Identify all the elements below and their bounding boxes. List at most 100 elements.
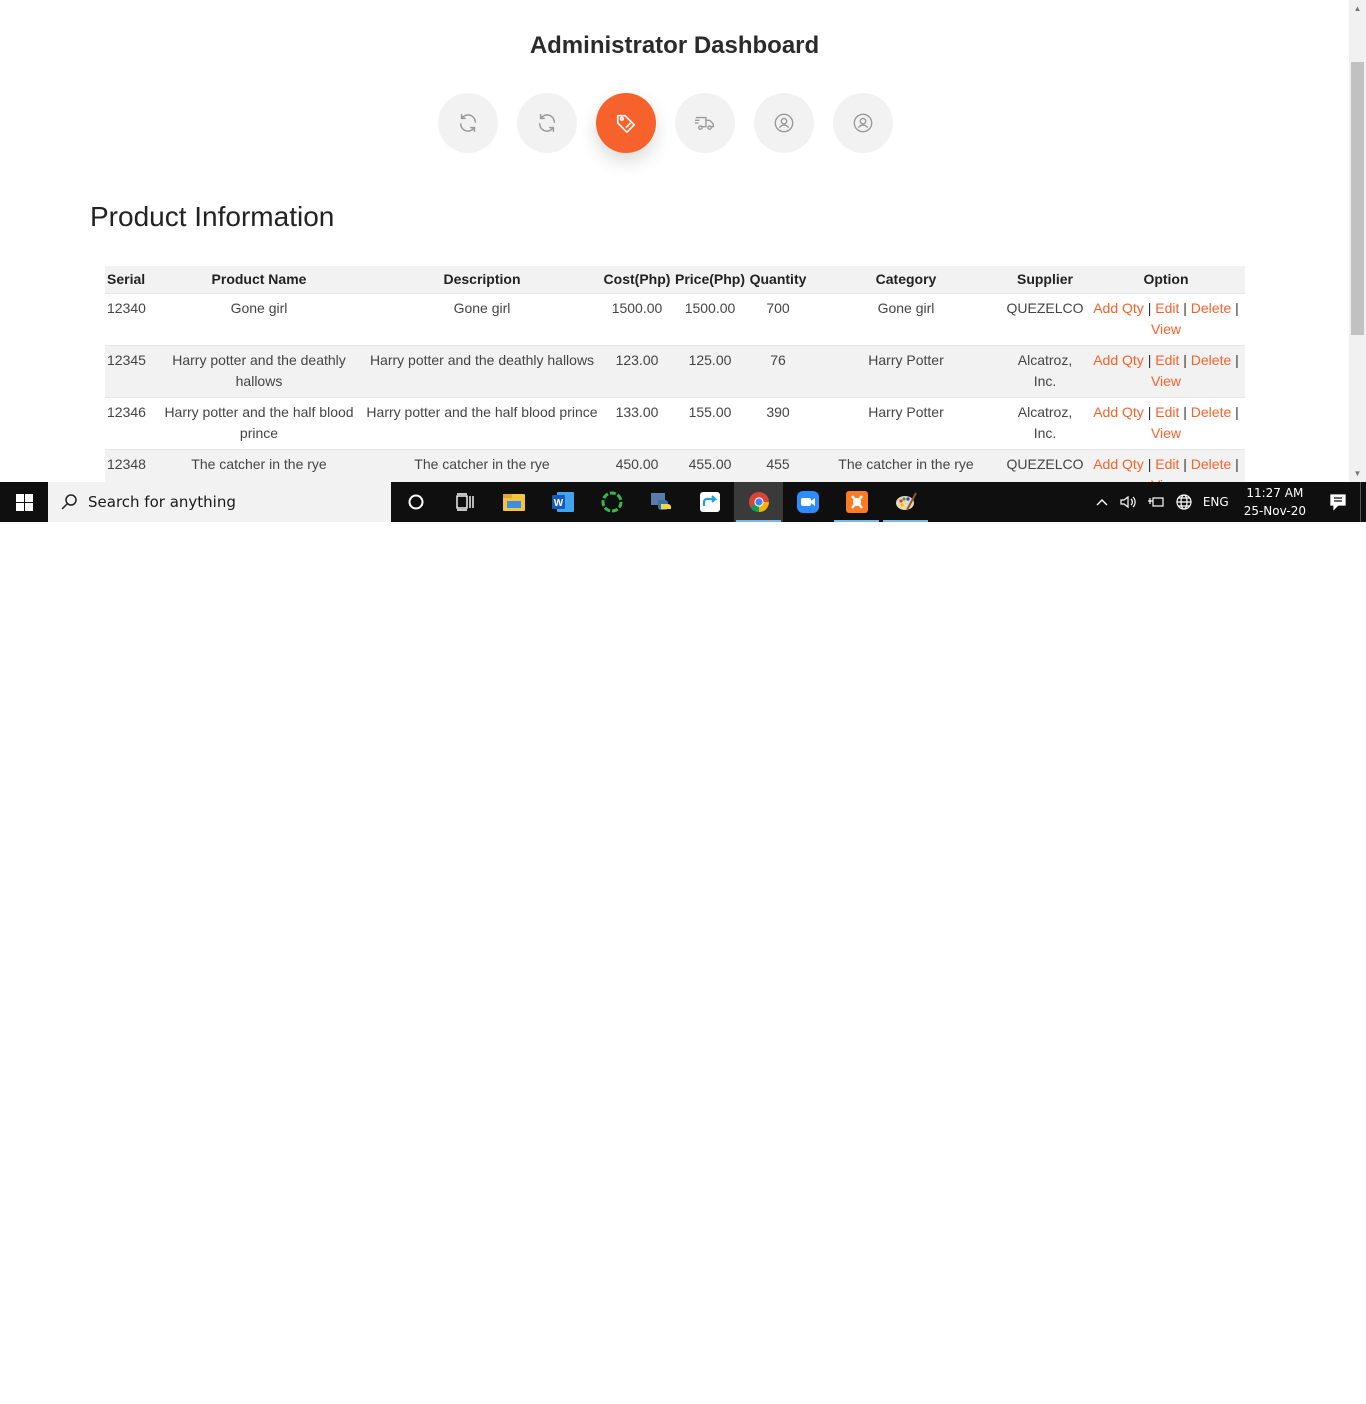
column-header: Serial <box>107 271 146 288</box>
delete-link[interactable]: Delete <box>1191 404 1231 420</box>
column-header: Description <box>443 271 521 288</box>
add-qty-link[interactable]: Add Qty <box>1093 352 1144 368</box>
chrome-icon <box>748 492 769 513</box>
product-table: Serial Product Name Description Cost(Php… <box>105 266 1245 482</box>
nav-button-user-1[interactable] <box>754 93 814 153</box>
separator: | <box>1235 351 1239 368</box>
edit-link[interactable]: Edit <box>1155 404 1179 420</box>
notification-icon <box>1330 494 1346 511</box>
show-desktop-button[interactable] <box>1360 482 1366 522</box>
nav-button-user-2[interactable] <box>833 93 893 153</box>
scroll-thumb[interactable] <box>1351 62 1364 335</box>
edit-link[interactable]: Edit <box>1155 456 1179 472</box>
send-app-button[interactable] <box>685 482 734 522</box>
system-tray: ENG 11:27 AM 25-Nov-20 <box>1090 482 1366 522</box>
search-placeholder: Search for anything <box>88 493 236 511</box>
product-name-cell: Harry potter and the deathly hallows <box>172 351 346 389</box>
xampp-button[interactable] <box>832 482 881 522</box>
add-qty-link[interactable]: Add Qty <box>1093 456 1144 472</box>
dashboard-nav <box>438 93 893 153</box>
nav-button-refresh-2[interactable] <box>517 93 577 153</box>
quantity-cell: 455 <box>766 455 790 472</box>
view-link[interactable]: View <box>1151 373 1181 389</box>
serial-cell: 12348 <box>107 455 146 472</box>
python-button[interactable] <box>636 482 685 522</box>
table-row: 12346 Harry potter and the half blood pr… <box>105 397 1245 449</box>
taskbar-clock[interactable]: 11:27 AM 25-Nov-20 <box>1234 482 1316 522</box>
product-name-cell: The catcher in the rye <box>191 455 327 472</box>
scroll-up-arrow-icon[interactable]: ▲ <box>1349 0 1366 17</box>
taskbar-search-box[interactable]: Search for anything <box>48 482 391 522</box>
price-cell: 155.00 <box>688 403 732 420</box>
quantity-cell: 76 <box>770 351 786 368</box>
send-arrow-icon <box>699 492 720 512</box>
app-green-circle-icon <box>601 491 622 513</box>
running-indicator <box>883 520 928 522</box>
nav-button-refresh-1[interactable] <box>438 93 498 153</box>
add-qty-link[interactable]: Add Qty <box>1093 300 1144 316</box>
task-view-button[interactable] <box>440 482 489 522</box>
nav-button-delivery[interactable] <box>675 93 735 153</box>
view-link[interactable]: View <box>1151 425 1181 441</box>
paint-button[interactable] <box>881 482 930 522</box>
page-title: Administrator Dashboard <box>529 32 820 59</box>
separator: | <box>1235 403 1239 420</box>
product-name-cell: Harry potter and the half blood prince <box>164 403 354 441</box>
running-indicator <box>834 520 879 522</box>
delete-link[interactable]: Delete <box>1191 352 1231 368</box>
chrome-button[interactable] <box>734 482 783 522</box>
quantity-cell: 700 <box>766 299 790 316</box>
language-indicator[interactable]: ENG <box>1198 482 1234 522</box>
refresh-icon <box>459 114 477 132</box>
cost-cell: 450.00 <box>615 455 659 472</box>
word-button[interactable]: W <box>538 482 587 522</box>
serial-cell: 12340 <box>107 299 146 316</box>
product-table-container: Serial Product Name Description Cost(Php… <box>105 266 1245 482</box>
volume-button[interactable] <box>1114 482 1142 522</box>
clock-time: 11:27 AM <box>1246 486 1304 500</box>
quantity-cell: 390 <box>766 403 790 420</box>
battery-plug-icon <box>1147 497 1164 507</box>
user-circle-icon <box>774 113 794 133</box>
network-button[interactable] <box>1170 482 1198 522</box>
green-app-button[interactable] <box>587 482 636 522</box>
separator: | <box>1147 455 1152 472</box>
add-qty-link[interactable]: Add Qty <box>1093 404 1144 420</box>
delete-link[interactable]: Delete <box>1191 456 1231 472</box>
edit-link[interactable]: Edit <box>1155 300 1179 316</box>
serial-cell: 12346 <box>107 403 146 420</box>
vertical-scrollbar[interactable]: ▲ ▼ <box>1349 0 1366 482</box>
view-link[interactable]: View <box>1151 321 1181 337</box>
column-header: Quantity <box>749 271 807 288</box>
action-center-button[interactable] <box>1316 482 1360 522</box>
file-explorer-button[interactable] <box>489 482 538 522</box>
zoom-icon <box>796 491 819 513</box>
refresh-icon <box>538 114 556 132</box>
column-header: Cost(Php) <box>603 271 671 288</box>
serial-cell: 12345 <box>107 351 146 368</box>
scroll-down-arrow-icon[interactable]: ▼ <box>1349 465 1366 482</box>
price-cell: 455.00 <box>688 455 732 472</box>
column-header: Category <box>875 271 937 288</box>
battery-button[interactable] <box>1142 482 1170 522</box>
table-row: 12348 The catcher in the rye The catcher… <box>105 449 1245 482</box>
separator: | <box>1147 403 1152 420</box>
cortana-button[interactable] <box>391 482 440 522</box>
nav-button-products[interactable] <box>596 93 656 153</box>
start-button[interactable] <box>0 482 48 522</box>
category-cell: The catcher in the rye <box>838 455 974 472</box>
delivery-truck-icon <box>694 116 714 130</box>
tag-icon <box>616 114 636 133</box>
clock-date: 25-Nov-20 <box>1243 504 1306 518</box>
edit-link[interactable]: Edit <box>1155 352 1179 368</box>
description-cell: The catcher in the rye <box>414 455 550 472</box>
delete-link[interactable]: Delete <box>1191 300 1231 316</box>
separator: | <box>1235 299 1239 316</box>
zoom-button[interactable] <box>783 482 832 522</box>
show-hidden-icons-button[interactable] <box>1090 482 1114 522</box>
paint-icon <box>895 492 917 511</box>
separator: | <box>1147 351 1152 368</box>
svg-text:W: W <box>553 498 563 509</box>
taskbar-apps: W <box>391 482 930 522</box>
volume-icon <box>1120 495 1136 509</box>
